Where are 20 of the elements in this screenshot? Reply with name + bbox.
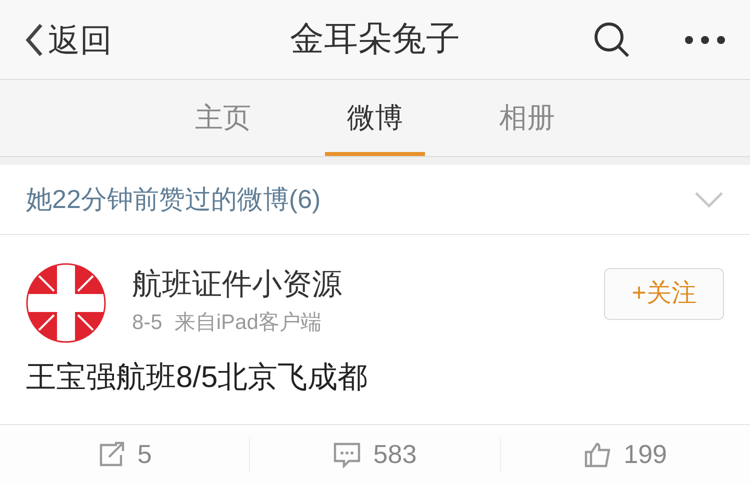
post-date: 8-5	[132, 310, 162, 336]
post-text: 王宝强航班8/5北京飞成都	[26, 360, 369, 396]
comment-button[interactable]: 583	[333, 436, 417, 472]
tab[interactable]: 相册	[477, 80, 577, 156]
back-button[interactable]: 返回	[24, 16, 112, 64]
follow-button[interactable]: +关注	[604, 268, 724, 320]
more-icon[interactable]	[684, 34, 726, 44]
like-button[interactable]: 199	[584, 436, 668, 472]
comment-icon	[333, 440, 362, 468]
author-name[interactable]: 航班证件小资源	[132, 265, 342, 305]
share-icon	[97, 440, 126, 468]
page-title: 金耳朵兔子	[290, 19, 460, 60]
avatar[interactable]	[26, 263, 106, 343]
thumbs-up-icon	[584, 440, 612, 468]
liked-posts-header[interactable]: 她22分钟前赞过的微博(6)	[26, 180, 321, 219]
search-icon[interactable]	[592, 20, 632, 60]
chevron-left-icon	[24, 22, 44, 58]
tab[interactable]: 主页	[173, 80, 273, 156]
repost-button[interactable]: 5	[97, 436, 152, 472]
post-source: 来自iPad客户端	[174, 310, 322, 336]
